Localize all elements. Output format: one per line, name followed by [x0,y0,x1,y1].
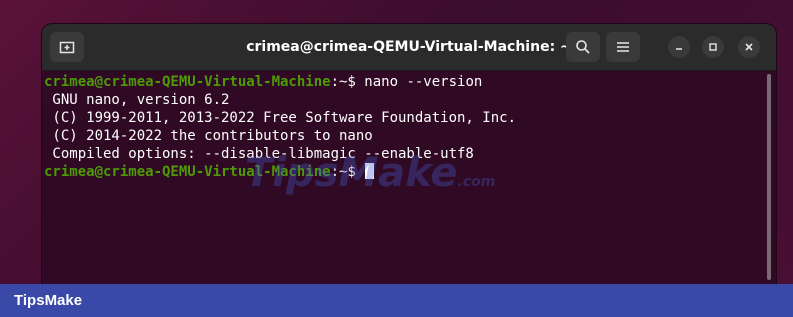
hamburger-menu-icon [617,42,629,52]
new-tab-button[interactable] [50,32,84,62]
brand-logo: TipsMake [14,292,83,309]
scrollbar[interactable] [767,74,771,280]
text-cursor [365,163,375,179]
window-headerbar[interactable]: crimea@crimea-QEMU-Virtual-Machine: ~ [42,24,776,71]
prompt-user-host: crimea@crimea-QEMU-Virtual-Machine [44,74,331,90]
terminal-window: crimea@crimea-QEMU-Virtual-Machine: ~ cr… [42,24,776,286]
minimize-button[interactable] [668,36,690,58]
terminal-line: (C) 1999-2011, 2013-2022 Free Software F… [44,110,517,126]
maximize-button[interactable] [702,36,724,58]
close-button[interactable] [738,36,760,58]
prompt-user-host: crimea@crimea-QEMU-Virtual-Machine [44,164,331,180]
search-icon [576,40,590,54]
terminal-line: (C) 2014-2022 the contributors to nano [44,128,373,144]
prompt-separator: :~$ [330,74,365,90]
search-button[interactable] [566,32,600,62]
prompt-separator: :~$ [330,164,365,180]
close-icon [745,43,753,51]
minimize-icon [676,48,682,50]
command-text: nano --version [364,74,483,90]
terminal-output[interactable]: crimea@crimea-QEMU-Virtual-Machine:~$ na… [42,70,776,286]
terminal-line: GNU nano, version 6.2 [44,92,230,108]
window-title: crimea@crimea-QEMU-Virtual-Machine: ~ [246,39,572,55]
terminal-line: crimea@crimea-QEMU-Virtual-Machine:~$ na… [42,73,776,91]
footer-bar: TipsMake [0,284,793,317]
terminal-line: crimea@crimea-QEMU-Virtual-Machine:~$ [42,163,776,181]
menu-button[interactable] [606,32,640,62]
maximize-icon [709,43,717,51]
terminal-line: Compiled options: --disable-libmagic --e… [44,146,474,162]
new-tab-icon [59,41,75,54]
